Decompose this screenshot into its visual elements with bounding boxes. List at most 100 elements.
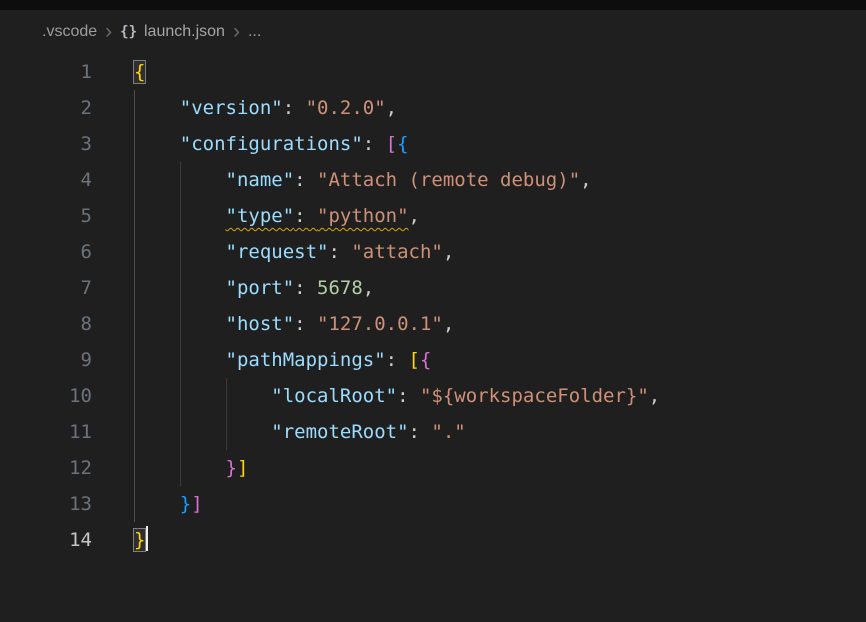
code-token: "request" bbox=[226, 241, 329, 263]
line-content: "version": "0.2.0", bbox=[134, 90, 397, 126]
breadcrumb: .vscode › {} launch.json › ... bbox=[0, 10, 866, 54]
text-cursor bbox=[146, 526, 148, 551]
line-number[interactable]: 10 bbox=[0, 378, 92, 414]
code-line[interactable]: 8 "host": "127.0.0.1", bbox=[0, 306, 866, 342]
code-line[interactable]: 12}] bbox=[0, 450, 866, 486]
indent-guide bbox=[134, 162, 180, 198]
line-number[interactable]: 14 bbox=[0, 522, 92, 558]
code-line[interactable]: 7 "port": 5678, bbox=[0, 270, 866, 306]
code-token: , bbox=[409, 205, 420, 227]
indent-guide bbox=[180, 378, 226, 414]
indent-guide bbox=[180, 162, 226, 198]
vscode-editor-window: .vscode › {} launch.json › ... 1{2"versi… bbox=[0, 0, 866, 622]
breadcrumb-item-folder[interactable]: .vscode bbox=[42, 23, 97, 41]
line-content: "port": 5678, bbox=[134, 270, 374, 306]
code-token: "localRoot" bbox=[271, 385, 397, 407]
indent-guide bbox=[134, 486, 180, 522]
indent-guide bbox=[134, 414, 180, 450]
line-content: "host": "127.0.0.1", bbox=[134, 306, 454, 342]
indent-guide bbox=[226, 378, 272, 414]
code-line[interactable]: 3"configurations": [{ bbox=[0, 126, 866, 162]
line-number[interactable]: 3 bbox=[0, 126, 92, 162]
indent-guide bbox=[180, 198, 226, 234]
editor-tab-strip bbox=[0, 0, 866, 10]
code-token: { bbox=[397, 133, 408, 155]
line-number[interactable]: 2 bbox=[0, 90, 92, 126]
code-token: "pathMappings" bbox=[226, 349, 386, 371]
code-line[interactable]: 5 "type": "python", bbox=[0, 198, 866, 234]
indent-guide bbox=[134, 126, 180, 162]
code-token: "host" bbox=[226, 313, 295, 335]
code-line[interactable]: 2 "version": "0.2.0", bbox=[0, 90, 866, 126]
line-number[interactable]: 11 bbox=[0, 414, 92, 450]
code-token: , bbox=[443, 313, 454, 335]
code-token: "type" bbox=[226, 205, 295, 227]
indent-guide bbox=[134, 378, 180, 414]
line-content: "pathMappings": [{ bbox=[134, 342, 431, 378]
indent-guide bbox=[180, 234, 226, 270]
line-number[interactable]: 6 bbox=[0, 234, 92, 270]
code-line[interactable]: 10"localRoot": "${workspaceFolder}", bbox=[0, 378, 866, 414]
breadcrumb-item-file[interactable]: {} launch.json bbox=[120, 23, 225, 41]
indent-guide bbox=[180, 270, 226, 306]
code-token: , bbox=[649, 385, 660, 407]
code-token: "127.0.0.1" bbox=[317, 313, 443, 335]
code-line[interactable]: 11 "remoteRoot": "." bbox=[0, 414, 866, 450]
code-token: "port" bbox=[226, 277, 295, 299]
code-line[interactable]: 9 "pathMappings": [{ bbox=[0, 342, 866, 378]
line-number[interactable]: 5 bbox=[0, 198, 92, 234]
code-token: } bbox=[134, 529, 145, 551]
indent-guide bbox=[180, 450, 226, 486]
code-line[interactable]: 4"name": "Attach (remote debug)", bbox=[0, 162, 866, 198]
code-token: "configurations" bbox=[180, 133, 363, 155]
chevron-right-icon: › bbox=[103, 21, 114, 42]
line-content: }] bbox=[134, 486, 203, 522]
line-content: } bbox=[134, 522, 148, 558]
code-token: : bbox=[363, 133, 386, 155]
code-lines: 1{2"version": "0.2.0",3"configurations":… bbox=[0, 54, 866, 558]
code-token: : bbox=[294, 313, 317, 335]
code-token: } bbox=[180, 493, 191, 515]
line-content: }] bbox=[134, 450, 248, 486]
line-content: "remoteRoot": "." bbox=[134, 414, 466, 450]
line-content: "request": "attach", bbox=[134, 234, 454, 270]
indent-guide bbox=[226, 414, 272, 450]
indent-guide bbox=[134, 90, 180, 126]
line-number[interactable]: 1 bbox=[0, 54, 92, 90]
code-token: "version" bbox=[180, 97, 283, 119]
indent-guide bbox=[134, 450, 180, 486]
code-token: : bbox=[386, 349, 409, 371]
line-number[interactable]: 13 bbox=[0, 486, 92, 522]
indent-guide bbox=[134, 198, 180, 234]
code-token: { bbox=[134, 61, 145, 83]
code-token: "0.2.0" bbox=[306, 97, 386, 119]
code-editor[interactable]: 1{2"version": "0.2.0",3"configurations":… bbox=[0, 54, 866, 558]
indent-guide bbox=[180, 414, 226, 450]
line-number[interactable]: 4 bbox=[0, 162, 92, 198]
line-number[interactable]: 12 bbox=[0, 450, 92, 486]
code-token: { bbox=[420, 349, 431, 371]
code-token: : bbox=[294, 277, 317, 299]
code-token: : bbox=[294, 169, 317, 191]
code-line[interactable]: 13}] bbox=[0, 486, 866, 522]
code-token: : bbox=[409, 421, 432, 443]
json-brackets-icon: {} bbox=[120, 24, 137, 40]
code-token: "python" bbox=[317, 205, 409, 227]
code-token: , bbox=[386, 97, 397, 119]
line-number[interactable]: 7 bbox=[0, 270, 92, 306]
code-token: ] bbox=[237, 457, 248, 479]
code-token: "Attach (remote debug)" bbox=[317, 169, 580, 191]
code-line[interactable]: 6 "request": "attach", bbox=[0, 234, 866, 270]
code-token: , bbox=[443, 241, 454, 263]
chevron-right-icon: › bbox=[231, 21, 242, 42]
code-token: 5678 bbox=[317, 277, 363, 299]
code-token: , bbox=[363, 277, 374, 299]
line-content: "type": "python", bbox=[134, 198, 420, 234]
line-number[interactable]: 8 bbox=[0, 306, 92, 342]
code-line[interactable]: 14} bbox=[0, 522, 866, 558]
breadcrumb-file-label: launch.json bbox=[144, 23, 225, 41]
breadcrumb-item-symbol-more[interactable]: ... bbox=[248, 23, 261, 41]
code-token: [ bbox=[409, 349, 420, 371]
code-line[interactable]: 1{ bbox=[0, 54, 866, 90]
line-number[interactable]: 9 bbox=[0, 342, 92, 378]
